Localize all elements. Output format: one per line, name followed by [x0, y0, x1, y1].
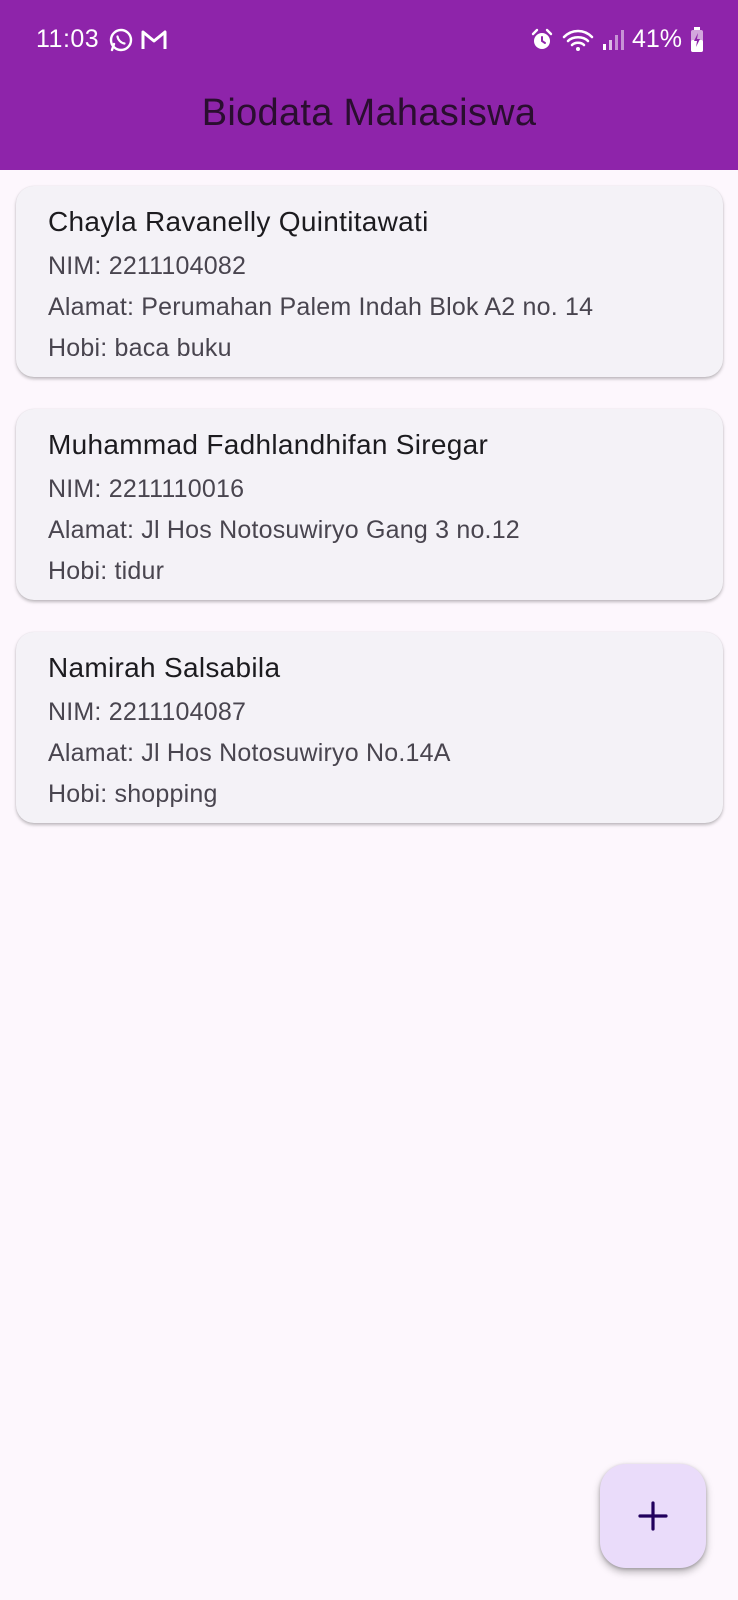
student-nim: NIM: 2211104082	[48, 252, 247, 280]
student-address: Alamat: Perumahan Palem Indah Blok A2 no…	[48, 293, 594, 321]
battery-percentage: 41%	[631, 25, 682, 53]
whatsapp-icon	[109, 28, 133, 52]
student-name: Chayla Ravanelly Quintitawati	[48, 206, 429, 237]
notification-icons	[108, 27, 168, 53]
page-title: Biodata Mahasiswa	[201, 92, 537, 134]
student-card[interactable]: Muhammad Fadhlandhifan Siregar NIM: 2211…	[16, 409, 723, 600]
add-student-button[interactable]	[600, 1464, 706, 1568]
student-address: Alamat: Jl Hos Notosuwiryo Gang 3 no.12	[48, 516, 520, 544]
student-name: Muhammad Fadhlandhifan Siregar	[48, 429, 489, 460]
student-hobby: Hobi: tidur	[48, 557, 165, 585]
gmail-icon	[141, 30, 167, 49]
student-nim: NIM: 2211104087	[48, 698, 247, 726]
plus-icon	[638, 1501, 668, 1531]
student-list: Chayla Ravanelly Quintitawati NIM: 22111…	[16, 186, 723, 855]
alarm-icon	[531, 28, 553, 49]
wifi-icon	[562, 29, 594, 51]
student-card[interactable]: Namirah Salsabila NIM: 2211104087 Alamat…	[16, 632, 723, 823]
status-time: 11:03	[36, 25, 100, 53]
student-name: Namirah Salsabila	[48, 652, 281, 683]
app-bar: 11:03 41% Biodata Mahasiswa	[0, 0, 738, 170]
student-hobby: Hobi: baca buku	[48, 334, 232, 362]
signal-icon	[602, 29, 624, 50]
battery-charging-icon	[691, 26, 703, 52]
status-bar: 11:03 41%	[0, 0, 738, 80]
student-nim: NIM: 2211110016	[48, 475, 245, 503]
student-card[interactable]: Chayla Ravanelly Quintitawati NIM: 22111…	[16, 186, 723, 377]
system-icons: 41%	[530, 25, 704, 54]
student-hobby: Hobi: shopping	[48, 780, 218, 808]
student-address: Alamat: Jl Hos Notosuwiryo No.14A	[48, 739, 451, 767]
